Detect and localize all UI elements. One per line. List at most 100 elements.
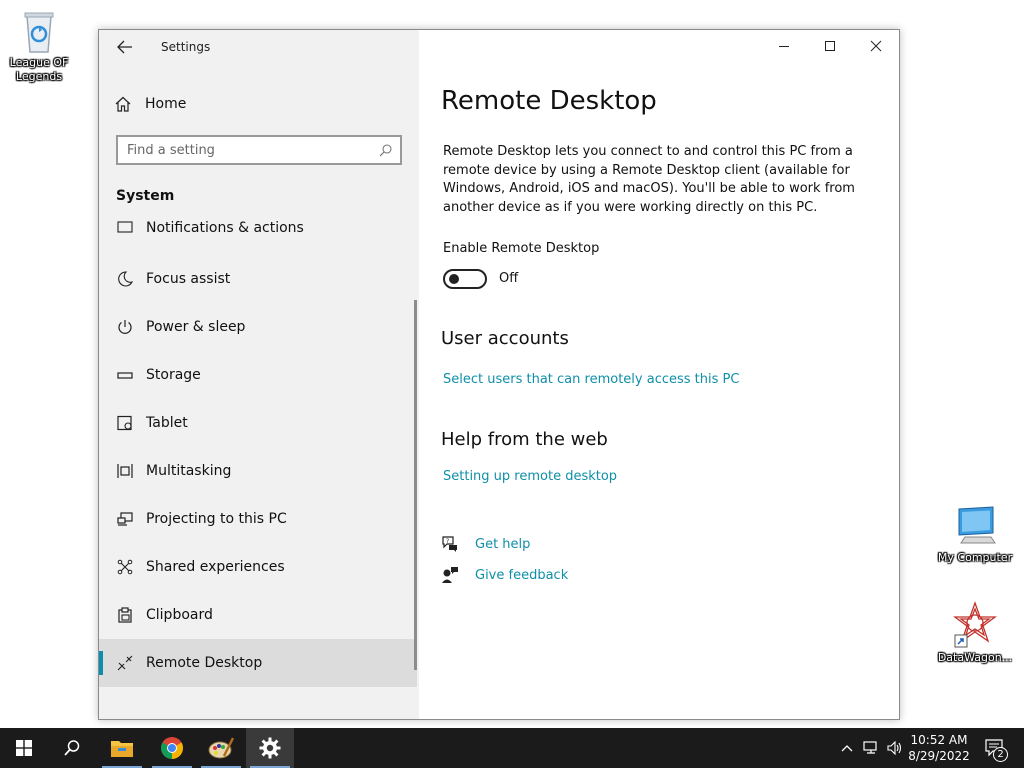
remote-desktop-description: Remote Desktop lets you connect to and c… <box>443 144 855 215</box>
storage-icon <box>115 365 135 385</box>
window-title: Settings <box>161 40 211 54</box>
minimize-icon <box>779 46 789 47</box>
recycle-bin-icon <box>19 8 59 54</box>
sidebar-item-label: Notifications & actions <box>146 220 304 236</box>
search-icon <box>64 740 80 756</box>
get-help-row[interactable]: ? Get help <box>441 535 530 553</box>
settings-icon <box>259 737 281 759</box>
moon-icon <box>115 269 135 289</box>
sidebar-item-storage[interactable]: Storage <box>99 351 417 399</box>
clock-date: 8/29/2022 <box>908 749 970 763</box>
desktop-icon-league-of-legends[interactable]: League OF Legends <box>0 8 81 84</box>
get-help-link[interactable]: Get help <box>475 537 530 552</box>
main-content: Remote Desktop Remote Desktop lets you c… <box>419 30 899 719</box>
clock[interactable]: 10:52 AM 8/29/2022 <box>906 732 972 764</box>
selected-indicator <box>99 651 103 675</box>
paint-icon <box>208 737 234 759</box>
desktop-icon-datawagon[interactable]: DataWagon... <box>933 601 1017 665</box>
enable-remote-desktop-label: Enable Remote Desktop <box>443 241 600 256</box>
sidebar-item-remote-desktop[interactable]: Remote Desktop <box>99 639 417 687</box>
sidebar-item-notifications[interactable]: Notifications & actions <box>99 220 417 252</box>
taskbar: 10:52 AM 8/29/2022 2 <box>0 728 1024 768</box>
clipboard-icon <box>115 605 135 625</box>
shared-experiences-icon <box>115 557 135 577</box>
search-placeholder: Find a setting <box>127 142 215 158</box>
sidebar-item-focus-assist[interactable]: Focus assist <box>99 255 417 303</box>
chevron-up-icon <box>841 745 853 752</box>
setting-up-remote-desktop-link[interactable]: Setting up remote desktop <box>443 469 617 484</box>
sidebar-item-label: Power & sleep <box>146 319 246 335</box>
network-button[interactable] <box>860 728 882 768</box>
sidebar-item-tablet[interactable]: Tablet <box>99 399 417 447</box>
toggle-knob <box>449 274 459 284</box>
help-from-web-heading: Help from the web <box>441 429 608 450</box>
get-help-icon: ? <box>442 536 457 552</box>
give-feedback-link[interactable]: Give feedback <box>475 568 568 583</box>
chrome-icon <box>161 737 183 759</box>
search-input[interactable]: Find a setting <box>116 135 402 165</box>
computer-icon <box>951 505 999 549</box>
start-icon <box>16 740 32 756</box>
show-hidden-icons-button[interactable] <box>837 728 857 768</box>
sidebar-item-label: Storage <box>146 367 201 383</box>
svg-text:?: ? <box>446 538 449 545</box>
home-label: Home <box>145 96 187 112</box>
settings-window: Settings Home Find a setting System Noti… <box>98 29 900 720</box>
toggle-state-text: Off <box>499 271 519 286</box>
select-users-link[interactable]: Select users that can remotely access th… <box>443 372 739 387</box>
desktop-icon-my-computer[interactable]: My Computer <box>933 505 1017 565</box>
sidebar-item-power-sleep[interactable]: Power & sleep <box>99 303 417 351</box>
remote-desktop-icon <box>115 653 135 673</box>
user-accounts-heading: User accounts <box>441 328 569 349</box>
sidebar-item-clipboard[interactable]: Clipboard <box>99 591 417 639</box>
sidebar-scrollbar[interactable] <box>414 300 417 670</box>
sidebar-item-label: Multitasking <box>146 463 232 479</box>
volume-icon <box>887 741 902 755</box>
notification-count-badge: 2 <box>993 747 1008 762</box>
desktop-icon-label: My Computer <box>937 551 1013 564</box>
taskbar-search-button[interactable] <box>48 728 96 768</box>
sidebar-item-label: Remote Desktop <box>146 655 263 671</box>
desktop-icon-label: League OF Legends <box>9 56 69 83</box>
close-button[interactable] <box>853 30 899 62</box>
sidebar-item-multitasking[interactable]: Multitasking <box>99 447 417 495</box>
taskbar-chrome[interactable] <box>148 728 196 768</box>
close-icon <box>870 40 882 52</box>
nav-list: Notifications & actions Focus assist Pow… <box>99 220 419 690</box>
back-button[interactable] <box>113 36 137 58</box>
sidebar-item-label: Shared experiences <box>146 559 285 575</box>
action-center-button[interactable]: 2 <box>978 728 1012 768</box>
clock-time: 10:52 AM <box>910 733 968 747</box>
sidebar-item-label: Focus assist <box>146 271 231 287</box>
start-button[interactable] <box>0 728 48 768</box>
give-feedback-icon <box>442 567 458 583</box>
maximize-button[interactable] <box>807 30 853 62</box>
sidebar: Settings Home Find a setting System Noti… <box>99 30 419 719</box>
projecting-icon <box>115 509 135 529</box>
home-nav-item[interactable]: Home <box>115 93 186 115</box>
volume-button[interactable] <box>884 728 906 768</box>
taskbar-paint[interactable] <box>197 728 245 768</box>
tablet-icon <box>115 413 135 433</box>
home-icon <box>115 96 131 112</box>
power-icon <box>115 317 135 337</box>
taskbar-file-explorer[interactable] <box>98 728 146 768</box>
desktop-icon-label: DataWagon... <box>937 651 1013 664</box>
file-explorer-icon <box>111 741 133 757</box>
minimize-button[interactable] <box>761 30 807 62</box>
give-feedback-row[interactable]: Give feedback <box>441 566 568 584</box>
sidebar-item-label: Clipboard <box>146 607 213 623</box>
back-arrow-icon <box>117 40 132 54</box>
sidebar-item-label: Tablet <box>146 415 188 431</box>
datawagon-shortcut-icon <box>951 601 999 649</box>
sidebar-item-projecting[interactable]: Projecting to this PC <box>99 495 417 543</box>
enable-remote-desktop-toggle[interactable] <box>443 269 487 289</box>
page-title: Remote Desktop <box>441 86 657 116</box>
sidebar-item-label: Projecting to this PC <box>146 511 287 527</box>
section-title: System <box>116 188 175 204</box>
network-icon <box>863 741 877 754</box>
multitasking-icon <box>115 461 135 481</box>
taskbar-settings[interactable] <box>246 728 294 768</box>
notifications-icon <box>115 220 135 238</box>
sidebar-item-shared-experiences[interactable]: Shared experiences <box>99 543 417 591</box>
